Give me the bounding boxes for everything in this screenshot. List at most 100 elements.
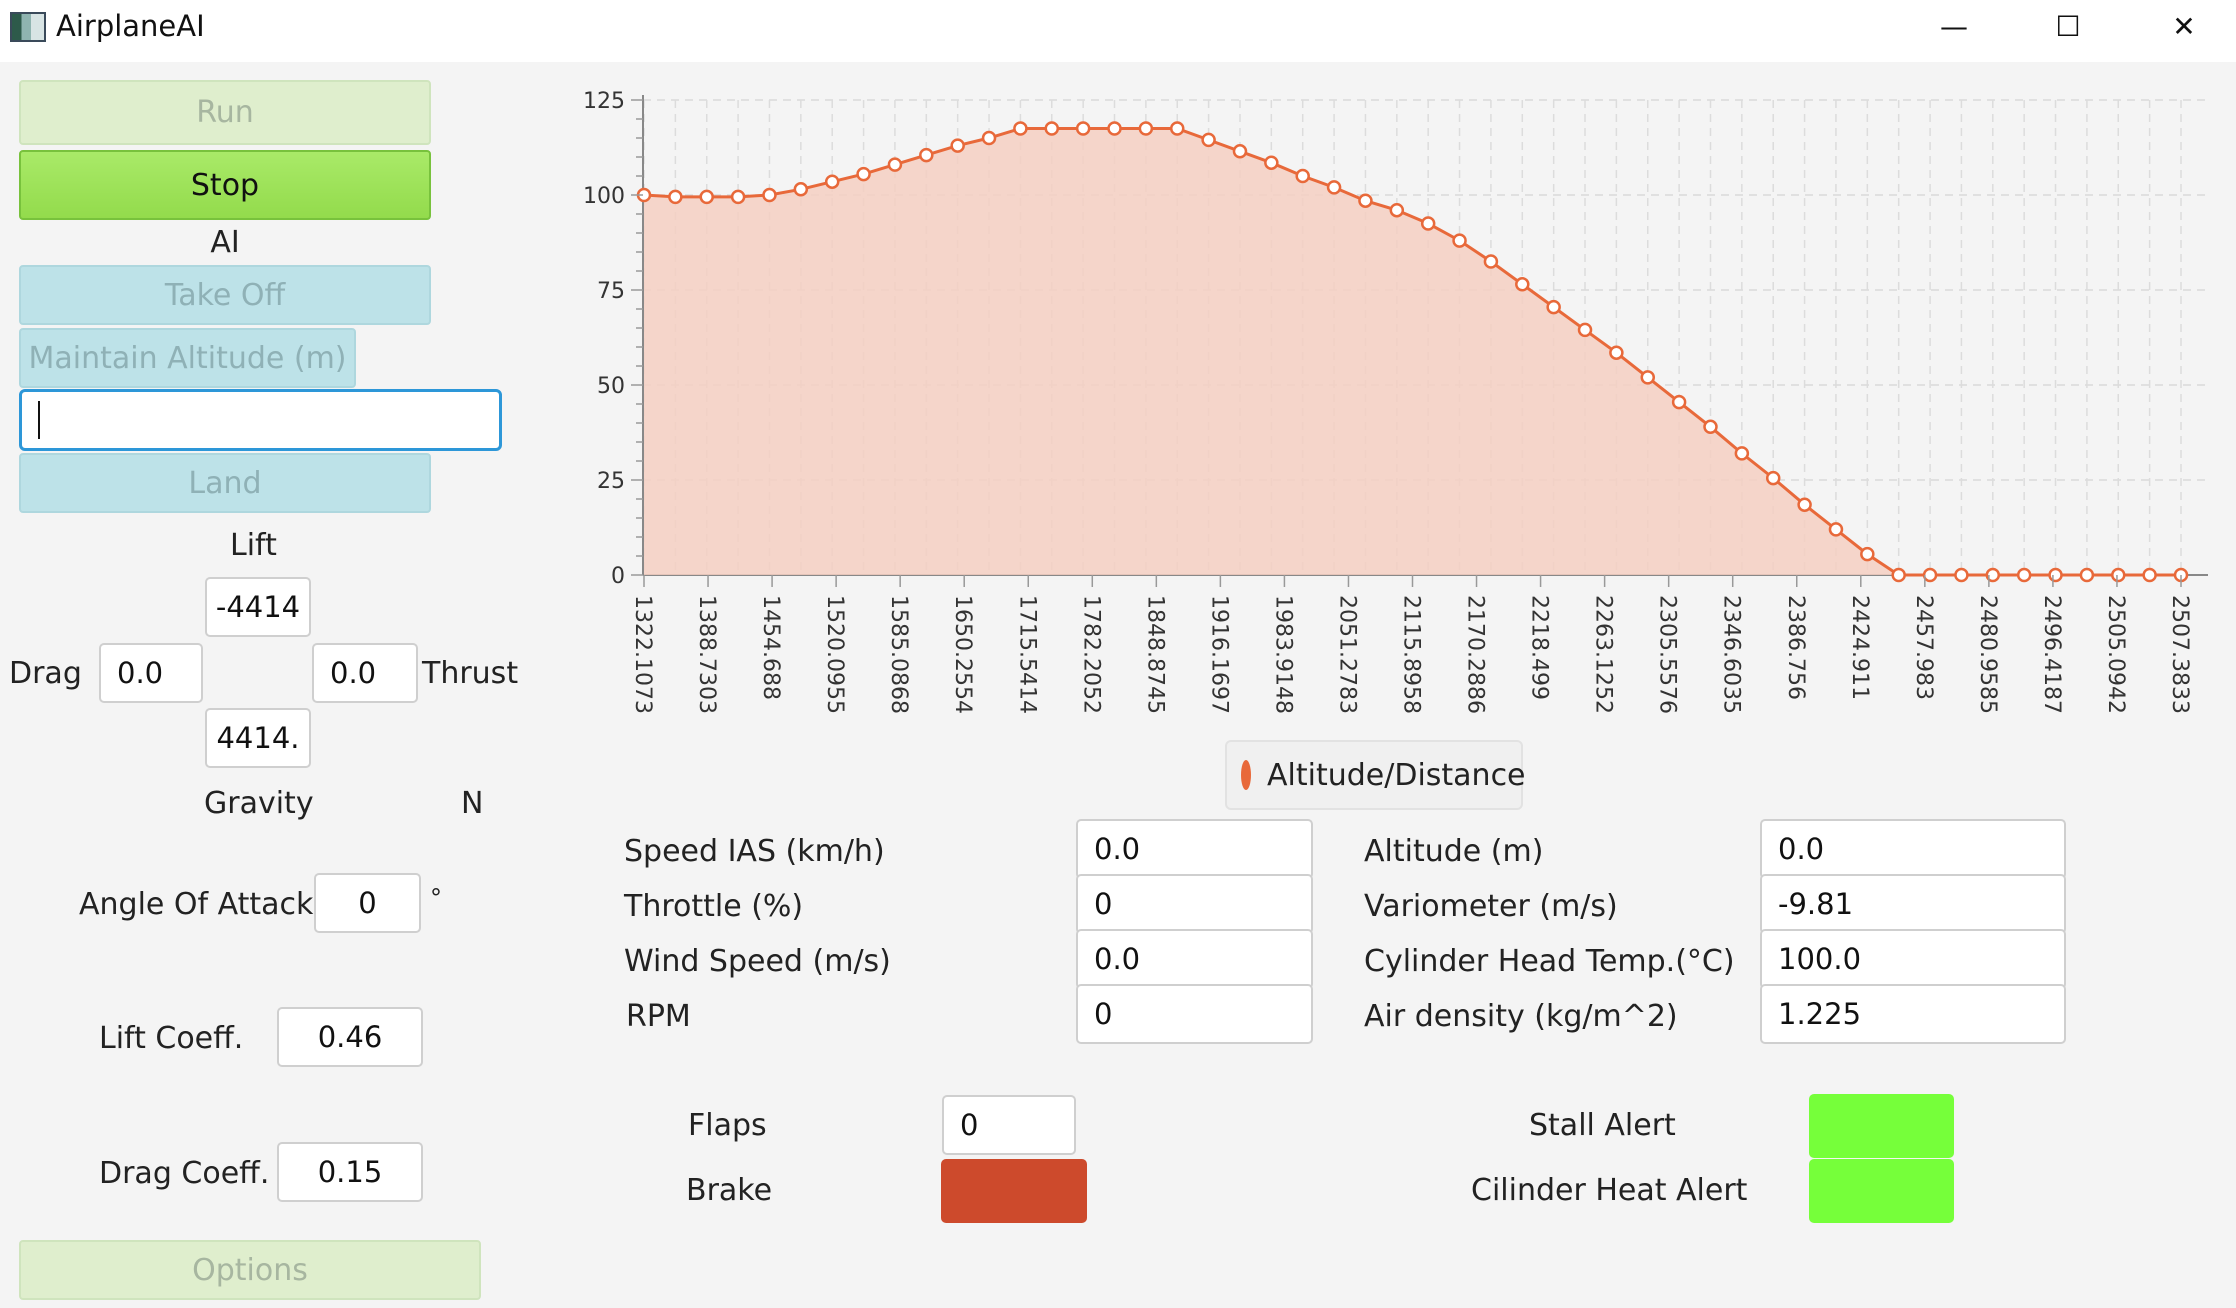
variometer-field[interactable]: -9.81 (1760, 874, 2066, 934)
data-point (981, 130, 997, 146)
stop-button[interactable]: Stop (19, 150, 431, 220)
rpm-label: RPM (626, 999, 691, 1034)
data-point (2079, 567, 2095, 583)
data-point (1922, 567, 1938, 583)
data-point (1765, 470, 1781, 486)
cylinder-head-temp-label: Cylinder Head Temp.(°C) (1364, 944, 1735, 979)
data-point (1671, 394, 1687, 410)
thrust-field[interactable]: 0.0 (312, 643, 418, 703)
data-point (2111, 567, 2126, 583)
data-point (2048, 567, 2063, 583)
throttle-field[interactable]: 0 (1076, 874, 1313, 934)
x-tick-label: 2346.6035 (1719, 595, 1744, 714)
x-tick-label: 1454.688 (758, 595, 783, 700)
speed-ias-field[interactable]: 0.0 (1076, 819, 1313, 879)
close-icon: ✕ (2172, 9, 2196, 43)
lift-field[interactable]: -4414 (205, 577, 311, 637)
data-point (1264, 155, 1279, 170)
data-point (762, 187, 777, 203)
data-point (1515, 277, 1530, 292)
brake-indicator[interactable] (941, 1159, 1087, 1223)
rpm-field[interactable]: 0 (1076, 984, 1313, 1044)
gravity-label: Gravity (204, 786, 314, 821)
data-point (2142, 567, 2157, 583)
x-tick-label: 2305.5576 (1655, 595, 1680, 714)
minimize-icon: — (1940, 9, 1968, 43)
data-point (1358, 193, 1373, 208)
data-point (1295, 168, 1310, 184)
y-tick-label: 75 (597, 279, 625, 304)
x-tick-label: 1983.9148 (1270, 595, 1295, 714)
data-point (1232, 144, 1248, 159)
air-density-field[interactable]: 1.225 (1760, 984, 2066, 1044)
take-off-button[interactable]: Take Off (19, 265, 431, 325)
stall-alert-indicator (1809, 1094, 1954, 1158)
drag-label: Drag (9, 656, 82, 691)
y-tick-label: 0 (611, 564, 625, 589)
data-point (1420, 216, 1436, 231)
text-caret (38, 401, 40, 439)
x-tick-label: 1388.7303 (694, 595, 719, 714)
data-point (950, 138, 965, 153)
x-tick-label: 2505.0942 (2103, 595, 2128, 714)
cylinder-head-temp-field[interactable]: 100.0 (1760, 929, 2066, 989)
angle-of-attack-field[interactable]: 0 (314, 873, 421, 933)
data-point (1326, 180, 1342, 195)
wind-speed-label: Wind Speed (m/s) (624, 944, 891, 979)
altitude-field[interactable]: 0.0 (1760, 819, 2066, 879)
data-point (1107, 121, 1122, 136)
maximize-icon: ☐ (2055, 9, 2081, 43)
x-tick-label: 2386.756 (1783, 595, 1808, 700)
y-tick-label: 50 (597, 374, 625, 399)
y-tick-label: 100 (583, 184, 625, 209)
data-point (856, 166, 871, 182)
wind-speed-field[interactable]: 0.0 (1076, 929, 1313, 989)
minimize-button[interactable]: — (1902, 0, 2006, 52)
data-point (1075, 121, 1091, 136)
flaps-field[interactable]: 0 (942, 1095, 1076, 1155)
data-point (1138, 121, 1154, 136)
drag-field[interactable]: 0.0 (99, 643, 203, 703)
data-point (1013, 121, 1028, 136)
close-button[interactable]: ✕ (2132, 0, 2236, 52)
x-tick-label: 1848.8745 (1142, 595, 1167, 714)
data-point (1452, 233, 1467, 248)
stall-alert-label: Stall Alert (1529, 1108, 1676, 1143)
x-tick-label: 2115.8958 (1399, 595, 1424, 714)
x-tick-label: 2457.983 (1911, 595, 1936, 700)
throttle-label: Throttle (%) (624, 889, 804, 924)
legend-series-icon (1241, 760, 1251, 790)
drag-coeff-field[interactable]: 0.15 (277, 1142, 423, 1202)
x-tick-label: 2263.1252 (1591, 595, 1616, 714)
run-button[interactable]: Run (19, 80, 431, 145)
air-density-label: Air density (kg/m^2) (1364, 999, 1678, 1034)
maximize-button[interactable]: ☐ (2016, 0, 2120, 52)
data-point (887, 157, 903, 172)
data-point (1546, 299, 1561, 315)
target-altitude-input[interactable] (19, 389, 502, 451)
x-tick-label: 1322.1073 (630, 595, 655, 714)
x-tick-label: 1715.5414 (1014, 595, 1039, 714)
x-tick-label: 1585.0868 (886, 595, 911, 714)
chart-legend: Altitude/Distance (1225, 740, 1526, 810)
data-point (1954, 567, 1969, 583)
data-point (793, 182, 809, 197)
altitude-chart: 0 25 50 75 100 125 1322.1073 1388.7303 1454.688… (583, 89, 2208, 714)
cylinder-heat-alert-indicator (1809, 1159, 1954, 1223)
maintain-altitude-button[interactable]: Maintain Altitude (m) (19, 328, 356, 388)
altitude-label: Altitude (m) (1364, 834, 1544, 869)
y-axis: 0 25 50 75 100 125 (583, 89, 643, 589)
data-point (1483, 254, 1499, 269)
gravity-field[interactable]: 4414. (205, 708, 311, 768)
x-tick-label: 2170.2886 (1463, 595, 1488, 714)
angle-of-attack-label: Angle Of Attack (79, 887, 314, 922)
variometer-label: Variometer (m/s) (1364, 889, 1618, 924)
lift-label: Lift (230, 528, 277, 563)
speed-ias-label: Speed IAS (km/h) (624, 834, 885, 869)
x-tick-label: 1916.1697 (1206, 595, 1231, 714)
options-button[interactable]: Options (19, 1240, 481, 1300)
data-point (919, 147, 934, 163)
land-button[interactable]: Land (19, 453, 431, 513)
lift-coeff-field[interactable]: 0.46 (277, 1007, 423, 1067)
brake-label: Brake (686, 1173, 773, 1208)
